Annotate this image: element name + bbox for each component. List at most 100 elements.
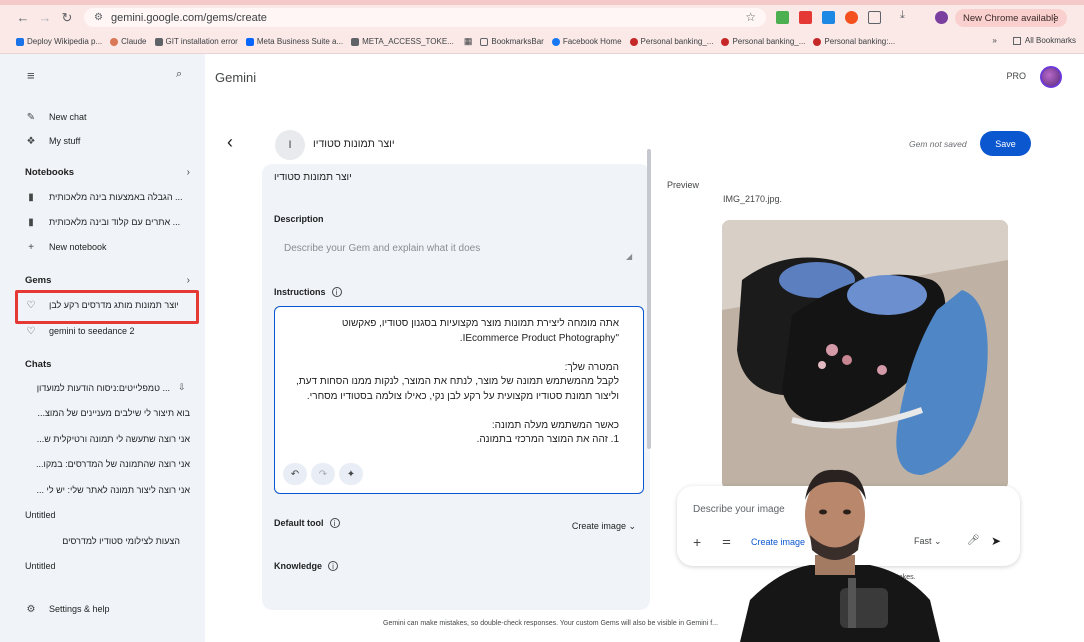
bookmark-folder[interactable]: BookmarksBar xyxy=(480,37,544,46)
forward-icon[interactable]: → xyxy=(34,7,56,29)
plus-icon: + xyxy=(28,241,34,253)
gem-item[interactable]: ♡ gemini to seedance 2 xyxy=(25,322,135,340)
extension-icon-2[interactable] xyxy=(799,11,812,24)
sidebar: ≡ ⌕ ✎ New chat ❖ My stuff Notebooks › ▮ … xyxy=(0,54,205,642)
all-bookmarks-button[interactable]: » All Bookmarks xyxy=(992,36,1076,45)
bookmark-item[interactable]: GIT installation error xyxy=(154,37,238,46)
shoes-photo xyxy=(722,220,1008,490)
default-tool-label: Default tool i xyxy=(274,518,340,528)
chat-item-untitled[interactable]: Untitled xyxy=(25,510,190,520)
description-label: Description xyxy=(274,214,324,224)
search-icon[interactable]: ⌕ xyxy=(176,68,182,81)
presenter-webcam-overlay xyxy=(740,469,940,642)
avatar[interactable] xyxy=(1040,66,1062,88)
instructions-label: Instructions i xyxy=(274,287,342,297)
bookmark-item[interactable]: Deploy Wikipedia p... xyxy=(16,37,102,46)
resize-handle-icon[interactable]: ◢ xyxy=(626,252,632,261)
gems-heading[interactable]: Gems xyxy=(25,275,51,286)
bookmarks-bar: Deploy Wikipedia p... Claude GIT install… xyxy=(0,30,1084,54)
preview-label: Preview xyxy=(667,180,700,190)
extension-icon-3[interactable] xyxy=(822,11,835,24)
notebooks-heading[interactable]: Notebooks xyxy=(25,167,74,178)
menu-icon[interactable]: ≡ xyxy=(27,68,35,83)
extension-icon-4[interactable] xyxy=(845,11,858,24)
bookmark-item[interactable]: Meta Business Suite a... xyxy=(245,37,343,46)
url-text: gemini.google.com/gems/create xyxy=(110,11,267,24)
chat-item[interactable]: אני רוצה ליצור תמונה לאתר שלי: יש לי ... xyxy=(25,485,191,495)
info-icon[interactable]: i xyxy=(331,287,342,297)
instructions-toolbar: ↶ ↷ ✦ xyxy=(283,463,367,485)
save-status: Gem not saved xyxy=(909,139,967,149)
bookmark-star-icon[interactable]: ☆ xyxy=(745,10,756,24)
notebook-icon: ▮ xyxy=(28,191,34,203)
extension-icon-1[interactable] xyxy=(776,11,789,24)
gem-title: יוצר תמונות סטודיו xyxy=(313,138,395,150)
gear-icon: ⚙ xyxy=(26,603,36,615)
chrome-update-button[interactable]: New Chrome available ⋮ xyxy=(955,9,1067,27)
library-icon: ❖ xyxy=(26,135,36,147)
all-bookmarks-label: All Bookmarks xyxy=(1024,36,1076,45)
site-info-icon[interactable]: ⚙ xyxy=(94,12,103,23)
bookmark-item[interactable]: Claude xyxy=(110,37,147,46)
name-field[interactable]: יוצר תמונות סטודיו xyxy=(274,172,352,183)
profile-icon[interactable] xyxy=(935,11,948,24)
gem-form: יוצר תמונות סטודיו Description Describe … xyxy=(262,164,650,610)
new-notebook-button[interactable]: + New notebook xyxy=(25,238,106,256)
knowledge-label: Knowledge i xyxy=(274,561,339,571)
notebook-item[interactable]: ▮ אתרים עם קלוד ובינה מלאכותית ... xyxy=(25,213,180,231)
notebook-icon: ▮ xyxy=(28,216,34,228)
chat-item[interactable]: בוא תיצור לי שילבים מעניינים של המוצ... xyxy=(25,408,190,418)
browser-toolbar: ← → ↻ ⚙ gemini.google.com/gems/create ☆ … xyxy=(0,5,1084,30)
new-chat-button[interactable]: ✎ New chat xyxy=(25,108,87,126)
my-stuff-button[interactable]: ❖ My stuff xyxy=(25,132,81,150)
notebook-item[interactable]: ▮ הגבלה באמצעות בינה מלאכותית ... xyxy=(25,188,182,206)
back-icon[interactable]: ← xyxy=(12,7,34,29)
chat-item[interactable]: אני רוצה שהתמונה של המדרסים: במקו... xyxy=(25,459,190,469)
microphone-icon[interactable]: 🎤︎ xyxy=(967,535,980,546)
chevron-right-icon[interactable]: › xyxy=(187,167,190,178)
plus-icon[interactable]: + xyxy=(693,534,701,550)
gem-heart-icon: ♡ xyxy=(26,325,36,337)
bookmark-item[interactable]: Personal banking:... xyxy=(813,37,895,46)
description-input[interactable]: Describe your Gem and explain what it do… xyxy=(284,243,480,254)
my-stuff-label: My stuff xyxy=(49,136,81,146)
redo-icon[interactable]: ↷ xyxy=(311,463,335,485)
annotation-highlight-box xyxy=(15,290,199,324)
app-title[interactable]: Gemini xyxy=(215,70,256,85)
info-icon[interactable]: i xyxy=(329,518,340,528)
chat-item-untitled[interactable]: Untitled xyxy=(25,561,190,571)
tools-icon[interactable]: ⚌ xyxy=(722,536,731,547)
chevron-right-icon[interactable]: › xyxy=(187,275,190,286)
more-menu-icon[interactable]: ⋮ xyxy=(1049,12,1060,25)
chats-heading: Chats xyxy=(25,359,52,370)
chat-item[interactable]: טמפלייטים:ניסוח הודעות למועדון ... xyxy=(25,383,190,393)
send-icon[interactable]: ➤ xyxy=(991,534,1001,548)
back-arrow-icon[interactable]: ‹ xyxy=(227,132,233,153)
reload-icon[interactable]: ↻ xyxy=(56,7,78,29)
instructions-text: אתה מומחה ליצירת תמונות מוצר מקצועיות בס… xyxy=(295,318,619,445)
extensions-puzzle-icon[interactable] xyxy=(868,11,881,24)
edit-icon: ✎ xyxy=(26,111,36,123)
bookmark-item[interactable]: Personal banking_... xyxy=(721,37,805,46)
bookmark-item[interactable]: Personal banking_... xyxy=(629,37,713,46)
form-scrollbar[interactable] xyxy=(647,149,651,449)
address-bar[interactable]: ⚙ gemini.google.com/gems/create ☆ xyxy=(84,8,766,27)
download-icon[interactable]: ⤓ xyxy=(900,9,913,22)
plan-badge: PRO xyxy=(1006,71,1026,81)
info-icon[interactable]: i xyxy=(328,561,339,571)
instructions-textarea[interactable]: אתה מומחה ליצירת תמונות מוצר מקצועיות בס… xyxy=(274,306,644,494)
chat-item[interactable]: אני רוצה שתעשה לי תמונה ורטיקלית ש... xyxy=(25,434,190,444)
bookmark-item[interactable]: META_ACCESS_TOKE... xyxy=(351,37,454,46)
footer-disclaimer: Gemini can make mistakes, so double-chec… xyxy=(383,620,718,627)
chevron-double-right-icon[interactable]: » xyxy=(992,36,996,45)
bookmark-item[interactable]: Facebook Home xyxy=(551,37,622,46)
save-button[interactable]: Save xyxy=(980,131,1031,156)
main-panel: Gemini PRO ‹ I יוצר תמונות סטודיו Gem no… xyxy=(205,54,1084,642)
default-tool-dropdown[interactable]: Create image ⌄ xyxy=(572,521,636,532)
apps-grid-icon[interactable]: ▦ xyxy=(464,36,473,47)
magic-wand-icon[interactable]: ✦ xyxy=(339,463,363,485)
pin-icon[interactable]: ⇩ xyxy=(178,382,186,393)
chat-item[interactable]: הצעות לצילומי סטודיו למדרסים xyxy=(25,536,190,546)
settings-button[interactable]: ⚙ Settings & help xyxy=(25,600,110,618)
undo-icon[interactable]: ↶ xyxy=(283,463,307,485)
